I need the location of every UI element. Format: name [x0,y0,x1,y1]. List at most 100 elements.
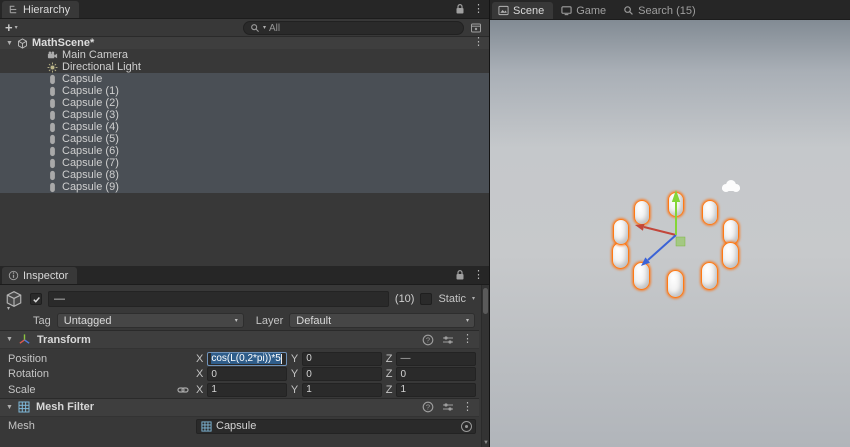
mesh-object-field[interactable]: Capsule [196,419,476,434]
static-checkbox[interactable] [420,293,432,305]
selection-count: (10) [395,293,415,305]
gizmo-z-axis[interactable] [641,235,676,266]
hierarchy-item[interactable]: Capsule [0,73,489,85]
y-axis-label[interactable]: Y [291,353,298,365]
rotation-z-field[interactable]: 0 [396,367,476,381]
position-vector: X cos(L(0,2*pi))*5 Y 0 Z — [196,352,476,366]
foldout-arrow-icon[interactable]: ▼ [6,40,13,47]
x-axis-label[interactable]: X [196,384,203,396]
scene-capsule[interactable] [701,262,718,290]
layer-label: Layer [256,315,284,327]
search-icon [623,5,634,16]
tag-dropdown[interactable]: Untagged ▾ [57,313,244,328]
gameobject-icon-button[interactable]: ▾ [5,290,24,309]
lock-icon[interactable] [455,3,465,15]
hierarchy-search-input[interactable]: ▾ All [243,21,464,35]
hierarchy-item[interactable]: Capsule (4) [0,121,489,133]
active-checkbox[interactable] [30,293,42,305]
hierarchy-item[interactable]: Capsule (3) [0,109,489,121]
position-z-field[interactable]: — [396,352,476,366]
gizmo-x-axis[interactable] [635,224,676,235]
x-axis-label[interactable]: X [196,368,203,380]
position-x-field[interactable]: cos(L(0,2*pi))*5 [207,352,287,366]
camera-icon [47,50,58,61]
kebab-menu-icon[interactable]: ⋮ [473,270,484,281]
scroll-down-arrow-icon[interactable]: ▼ [482,440,490,446]
hierarchy-item[interactable]: Capsule (1) [0,85,489,97]
scene-capsule[interactable] [668,192,684,217]
z-axis-label[interactable]: Z [386,353,393,365]
rotation-y-field[interactable]: 0 [302,367,382,381]
mesh-filter-header[interactable]: ▼ Mesh Filter ⋮ [0,398,479,417]
gizmo-xz-plane-handle[interactable] [676,237,685,246]
hierarchy-item[interactable]: Directional Light [0,61,489,73]
scrollbar-thumb[interactable] [483,288,488,314]
scene-capsule[interactable] [634,200,650,225]
scene-kebab-menu-icon[interactable]: ⋮ [473,37,484,48]
scene-view-panel: Scene Game Search (15) [490,0,850,447]
object-picker-icon[interactable] [461,421,472,432]
layer-dropdown[interactable]: Default ▾ [289,313,475,328]
foldout-arrow-icon[interactable]: ▼ [6,404,13,411]
search-filter-caret-icon[interactable]: ▾ [263,25,266,31]
component-controls: ⋮ [422,401,473,413]
tab-scene[interactable]: Scene [492,2,553,19]
tab-hierarchy[interactable]: Hierarchy [2,1,79,18]
hierarchy-item[interactable]: Capsule (9) [0,181,489,193]
transform-gizmo [490,20,850,447]
scene-capsule[interactable] [722,242,739,269]
add-object-button[interactable]: + ▾ [5,21,18,35]
scene-viewport[interactable] [490,20,850,447]
scene-capsule[interactable] [633,262,650,290]
hierarchy-item-label: Capsule (8) [62,169,119,181]
help-icon[interactable] [422,401,434,413]
y-axis-label[interactable]: Y [291,384,298,396]
lock-icon[interactable] [455,269,465,281]
inspector-scrollbar[interactable]: ▼ [481,285,489,447]
rotation-x-field[interactable]: 0 [207,367,287,381]
tab-search[interactable]: Search (15) [617,2,704,19]
position-y-field[interactable]: 0 [302,352,382,366]
presets-icon[interactable] [442,401,454,413]
hierarchy-tree[interactable]: ▼ MathScene* ⋮ Main CameraDirectional Li… [0,37,489,266]
foldout-arrow-icon[interactable]: ▼ [6,336,13,343]
scale-z-field[interactable]: 1 [396,383,476,397]
hierarchy-item[interactable]: Capsule (6) [0,145,489,157]
scene-capsule[interactable] [702,200,718,225]
tab-inspector[interactable]: Inspector [2,267,77,284]
scene-capsule[interactable] [667,270,684,298]
scale-x-field[interactable]: 1 [207,383,287,397]
x-axis-label[interactable]: X [196,353,203,365]
y-axis-label[interactable]: Y [291,368,298,380]
link-scale-icon[interactable] [177,384,189,396]
hierarchy-item[interactable]: Main Camera [0,49,489,61]
kebab-menu-icon[interactable]: ⋮ [462,402,473,413]
kebab-menu-icon[interactable]: ⋮ [473,4,484,15]
help-icon[interactable] [422,334,434,346]
transform-header[interactable]: ▼ Transform ⋮ [0,330,479,349]
z-axis-label[interactable]: Z [386,384,393,396]
inspector-tabbar: Inspector ⋮ [0,266,489,285]
static-dropdown-caret-icon[interactable]: ▾ [472,296,475,302]
left-column: Hierarchy ⋮ + ▾ ▾ All [0,0,490,447]
scene-row[interactable]: ▼ MathScene* ⋮ [0,37,489,49]
presets-icon[interactable] [442,334,454,346]
hierarchy-items: Main CameraDirectional LightCapsuleCapsu… [0,49,489,193]
static-label: Static [438,293,466,305]
scene-capsule[interactable] [612,242,629,269]
mesh-label: Mesh [8,420,196,432]
kebab-menu-icon[interactable]: ⋮ [462,334,473,345]
scene-capsule[interactable] [613,219,629,245]
hierarchy-item[interactable]: Capsule (8) [0,169,489,181]
z-axis-label[interactable]: Z [386,368,393,380]
scale-label: Scale [8,384,196,396]
hierarchy-item[interactable]: Capsule (5) [0,133,489,145]
tab-game[interactable]: Game [555,2,615,19]
hierarchy-item[interactable]: Capsule (7) [0,157,489,169]
chevron-down-icon: ▾ [15,25,18,31]
name-field[interactable]: — [48,291,389,307]
hierarchy-item[interactable]: Capsule (2) [0,97,489,109]
light-gizmo-icon[interactable] [722,180,740,192]
scale-y-field[interactable]: 1 [302,383,382,397]
search-window-icon[interactable] [470,22,482,34]
